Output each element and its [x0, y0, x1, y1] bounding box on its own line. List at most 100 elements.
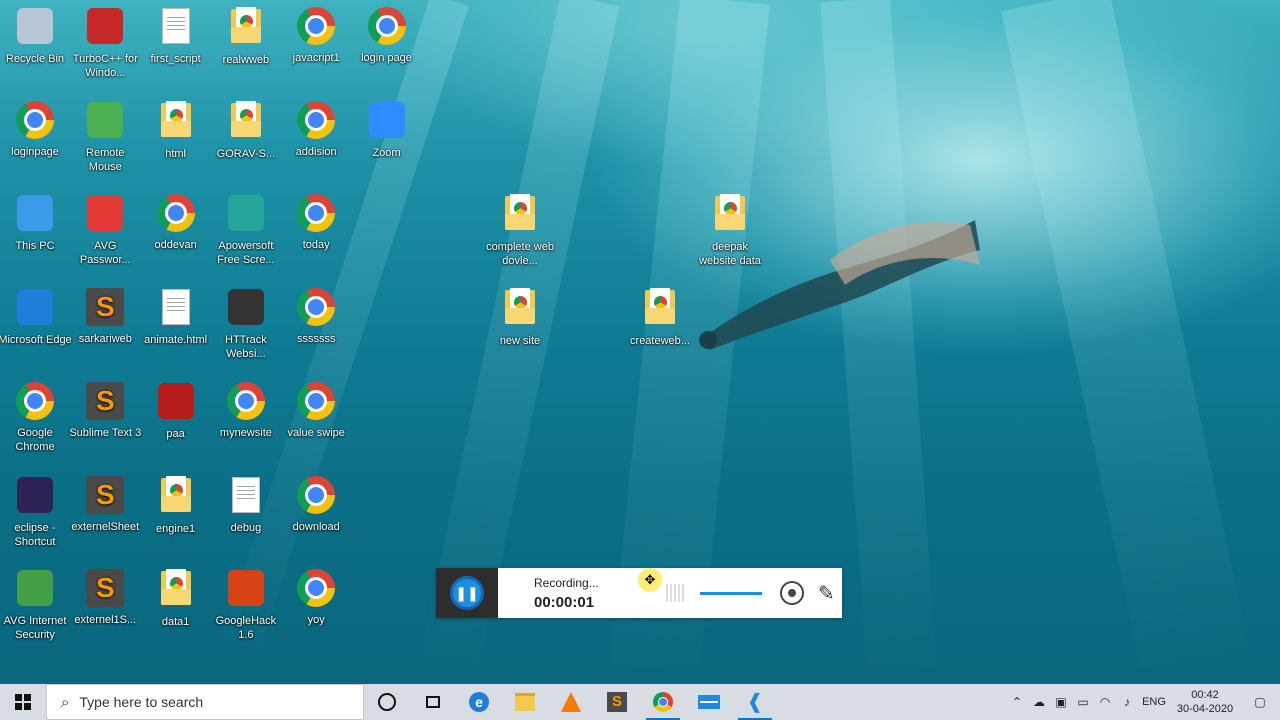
desktop-icon[interactable]: Ssarkariweb: [68, 287, 142, 346]
desktop-icon[interactable]: Remote Mouse: [68, 100, 142, 174]
chevron-up-icon[interactable]: ⌃: [1006, 695, 1028, 709]
desktop-icon-label: Zoom: [372, 146, 401, 159]
desktop-icon[interactable]: engine1: [139, 475, 213, 536]
pause-icon[interactable]: ❚❚: [450, 576, 484, 610]
desktop-icon[interactable]: This PC: [0, 193, 72, 253]
desktop-icon[interactable]: AVG Passwor...: [68, 193, 142, 267]
apowersoft-icon: [226, 195, 266, 235]
desktop-icon[interactable]: html: [139, 100, 213, 161]
desktop-icon[interactable]: TurboC++ for Windo...: [68, 6, 142, 80]
desktop-icon[interactable]: Google Chrome: [0, 381, 72, 454]
desktop-icon[interactable]: HTTrack Websi...: [209, 287, 283, 361]
desktop-icon-label: debug: [230, 521, 262, 534]
folder-icon: [156, 569, 196, 611]
sublime-icon[interactable]: S: [594, 684, 640, 720]
recording-info: Recording... 00:00:01: [534, 576, 654, 611]
onedrive-icon[interactable]: ☁: [1028, 695, 1050, 709]
eclipse-icon: [15, 476, 55, 517]
folder-icon: [710, 194, 750, 236]
vlc-icon[interactable]: [548, 684, 594, 720]
desktop-icon[interactable]: paa: [139, 381, 213, 441]
desktop-icon-label: addision: [295, 145, 337, 158]
pen-icon[interactable]: ✎: [818, 581, 842, 606]
notification-icon[interactable]: ▢: [1240, 695, 1280, 709]
search-icon: ⌕: [61, 693, 70, 711]
remote-mouse-icon: [85, 101, 125, 142]
desktop-icon-label: value swipe: [287, 426, 345, 439]
desktop-icon-label: HTTrack Websi...: [225, 334, 267, 361]
start-button[interactable]: [0, 684, 46, 720]
desktop-icon-label: Sublime Text 3: [69, 426, 142, 439]
desktop-icon[interactable]: createweb...: [623, 287, 697, 348]
desktop-icon[interactable]: Microsoft Edge: [0, 287, 72, 347]
folder-icon: [640, 288, 680, 330]
sublime-icon: S: [85, 288, 125, 328]
desktop-icon[interactable]: first_script: [139, 6, 213, 66]
desktop-icon[interactable]: complete web dovle...: [483, 193, 557, 268]
desktop-icon-label: new site: [499, 335, 541, 348]
desktop-icon[interactable]: S Sublime Text 3: [68, 381, 142, 440]
desktop-icon[interactable]: GoogleHack 1.6: [209, 568, 283, 642]
search-placeholder: Type here to search: [79, 694, 204, 710]
desktop-icon[interactable]: animate.html: [139, 287, 213, 347]
folder-icon: [226, 100, 266, 143]
desktop-icon[interactable]: mynewsite: [209, 381, 283, 440]
desktop-icon[interactable]: Zoom: [350, 100, 424, 160]
desktop-icon-label: javacript1: [292, 52, 340, 64]
desktop-icon[interactable]: deepak website data: [693, 193, 767, 268]
desktop-icon[interactable]: download: [279, 475, 353, 534]
desktop-icon[interactable]: eclipse - Shortcut: [0, 475, 72, 549]
volume-slider[interactable]: [700, 591, 762, 595]
recorder-handle[interactable]: ❚❚: [436, 568, 498, 618]
desktop-icon[interactable]: oddevan: [139, 193, 213, 252]
move-icon[interactable]: ✥: [638, 568, 662, 592]
desktop-icon[interactable]: AVG Internet Security: [0, 568, 72, 642]
desktop-icon[interactable]: data1: [139, 568, 213, 629]
taskbar-search[interactable]: ⌕ Type here to search: [46, 684, 364, 720]
text-file-icon: [226, 476, 266, 517]
cortana-icon[interactable]: [364, 684, 410, 720]
sublime-icon: S: [85, 475, 125, 516]
chrome-icon: [296, 288, 336, 328]
edge-icon[interactable]: e: [456, 684, 502, 720]
clock[interactable]: 00:42 30-04-2020: [1170, 688, 1240, 716]
file-explorer-icon[interactable]: [502, 684, 548, 720]
desktop-icon[interactable]: sssssss: [279, 287, 353, 346]
desktop-icon[interactable]: debug: [209, 475, 283, 535]
desktop-icon[interactable]: new site: [483, 287, 557, 348]
vscode-icon[interactable]: ❰: [732, 684, 778, 720]
folder-icon: [500, 288, 540, 330]
desktop-icon[interactable]: realwweb: [209, 6, 283, 67]
desktop-icon-label: Microsoft Edge: [0, 334, 72, 347]
battery-icon[interactable]: ▭: [1072, 695, 1094, 709]
desktop-icon[interactable]: addision: [279, 100, 353, 159]
python-file-icon: [156, 8, 196, 48]
desktop-icon-label: GORAV-S...: [216, 147, 276, 160]
desktop-icon[interactable]: Recycle Bin: [0, 6, 72, 66]
wifi-icon[interactable]: ◠: [1094, 695, 1116, 709]
chrome-icon: [156, 194, 196, 234]
security-icon[interactable]: ▣: [1050, 695, 1072, 709]
chrome-icon[interactable]: [640, 684, 686, 720]
mail-icon[interactable]: [686, 684, 732, 720]
desktop-icon[interactable]: yoy: [279, 568, 353, 627]
desktop-icon[interactable]: loginpage: [0, 100, 72, 159]
chrome-icon: [15, 381, 55, 422]
desktop-icon[interactable]: javacript1: [279, 6, 353, 65]
chrome-icon: [296, 381, 336, 422]
volume-icon[interactable]: ♪: [1116, 695, 1138, 709]
desktop-icon[interactable]: SexternelSheet: [68, 475, 142, 534]
webcam-icon[interactable]: [780, 581, 804, 605]
chrome-icon: [296, 569, 336, 609]
desktop-icon[interactable]: GORAV-S...: [209, 100, 283, 161]
desktop-icon[interactable]: Apowersoft Free Scre...: [209, 193, 283, 267]
desktop-icon[interactable]: today: [279, 193, 353, 252]
task-view-icon[interactable]: [410, 684, 456, 720]
desktop-icon-label: login page: [361, 52, 412, 64]
desktop-icon[interactable]: Sexternel1S...: [68, 568, 142, 627]
desktop-icon[interactable]: value swipe: [279, 381, 353, 440]
language-indicator[interactable]: ENG: [1138, 696, 1170, 708]
desktop-icon[interactable]: login page: [350, 6, 424, 65]
folder-icon: [156, 475, 196, 518]
desktop-icon-label: externel1S...: [74, 614, 137, 627]
